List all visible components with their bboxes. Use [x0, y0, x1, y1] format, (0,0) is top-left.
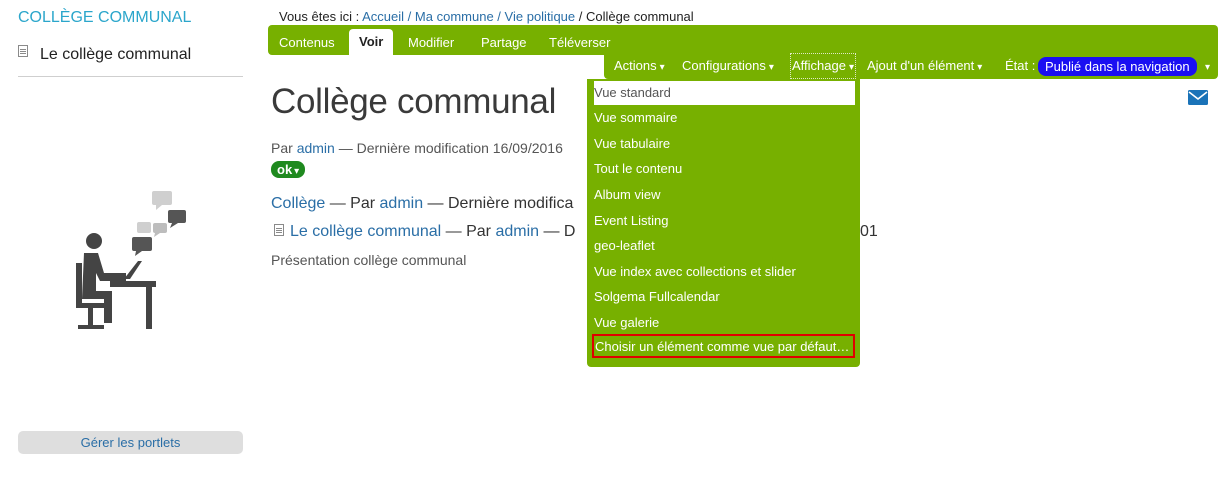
desk-leg — [146, 287, 152, 329]
collection-item-line: Collège — Par admin — Dernière modifica — [271, 195, 574, 212]
page-title: Collège communal — [271, 82, 557, 121]
breadcrumb: Vous êtes ici : Accueil / Ma commune / V… — [279, 9, 694, 24]
person-at-desk-illustration — [76, 191, 186, 329]
affichage-menu[interactable]: Affichage ▾ — [790, 53, 856, 79]
speech-bubble — [132, 237, 152, 251]
tab-televerser[interactable]: Téléverser — [539, 30, 620, 55]
content-actions-bar: Actions ▾ Configurations ▾ Affichage ▾ Ajou… — [604, 53, 1218, 79]
speech-bubble-tail — [156, 205, 162, 210]
item-description: Présentation collège communal — [271, 252, 467, 268]
tab-partage[interactable]: Partage — [471, 30, 537, 55]
chair-base — [78, 325, 104, 329]
chair-seat — [76, 303, 106, 308]
speech-bubble — [137, 222, 151, 233]
author-link[interactable]: admin — [495, 223, 539, 241]
breadcrumb-separator: / — [497, 9, 501, 24]
state-label: État : — [1005, 58, 1036, 73]
speech-bubble-tail — [135, 251, 142, 256]
item-link[interactable]: Le collège communal — [290, 223, 441, 241]
document-byline: Par admin — Dernière modification 16/09/… — [271, 140, 563, 156]
manage-portlets-button[interactable]: Gérer les portlets — [18, 431, 243, 454]
breadcrumb-current: Collège communal — [586, 9, 694, 24]
menu-item-vue-galerie[interactable]: Vue galerie — [594, 311, 659, 335]
laptop — [124, 261, 142, 279]
chair-back — [76, 263, 82, 307]
menu-item-geo-leaflet[interactable]: geo-leaflet — [594, 234, 655, 258]
menu-item-vue-index-slider[interactable]: Vue index avec collections et slider — [594, 260, 796, 284]
portlet-item-college[interactable]: Le collège communal — [18, 44, 243, 77]
review-state-badge[interactable]: ok ▾ — [271, 161, 306, 178]
tab-contenus[interactable]: Contenus — [269, 30, 345, 55]
breadcrumb-separator: / — [578, 9, 583, 24]
chevron-down-icon: ▾ — [848, 62, 854, 73]
menu-item-tout-le-contenu[interactable]: Tout le contenu — [594, 157, 682, 181]
speech-bubble — [153, 223, 167, 233]
menu-item-vue-sommaire[interactable]: Vue sommaire — [594, 106, 677, 130]
portlet-title[interactable]: COLLÈGE COMMUNAL — [18, 9, 191, 27]
breadcrumb-link-accueil[interactable]: Accueil — [362, 9, 404, 24]
speech-bubble — [152, 191, 172, 205]
actions-menu[interactable]: Actions ▾ — [614, 53, 665, 79]
chevron-down-icon: ▾ — [768, 62, 774, 73]
chevron-down-icon: ▾ — [294, 166, 300, 177]
menu-item-vue-tabulaire[interactable]: Vue tabulaire — [594, 132, 670, 156]
chevron-down-icon[interactable]: ▾ — [1202, 53, 1210, 79]
menu-item-vue-standard[interactable]: Vue standard — [594, 81, 855, 105]
breadcrumb-link-ma-commune[interactable]: Ma commune — [415, 9, 494, 24]
author-link[interactable]: admin — [380, 195, 424, 212]
speech-bubble-tail — [154, 233, 160, 237]
list-item-date-tail: 01 — [860, 223, 878, 240]
tab-voir[interactable]: Voir — [349, 29, 394, 55]
portlet-item-label: Le collège communal — [40, 46, 192, 63]
breadcrumb-link-vie-politique[interactable]: Vie politique — [505, 9, 576, 24]
affichage-dropdown: Vue standard Vue sommaire Vue tabulaire … — [587, 79, 860, 367]
document-icon — [18, 45, 28, 57]
list-item: Le collège communal — Par admin — D — [274, 223, 587, 241]
type-link[interactable]: Collège — [271, 195, 325, 212]
author-link[interactable]: admin — [297, 140, 335, 156]
menu-item-album-view[interactable]: Album view — [594, 183, 660, 207]
state-badge[interactable]: Publié dans la navigation — [1038, 57, 1197, 76]
chevron-down-icon: ▾ — [977, 62, 983, 73]
chair-leg — [88, 308, 93, 326]
mail-icon[interactable] — [1188, 90, 1208, 105]
configurations-menu[interactable]: Configurations ▾ — [682, 53, 774, 79]
person-head — [86, 233, 102, 249]
desk-top — [110, 281, 156, 287]
add-item-menu[interactable]: Ajout d'un élément ▾ — [867, 53, 982, 79]
speech-bubble — [168, 210, 186, 223]
menu-item-event-listing[interactable]: Event Listing — [594, 209, 668, 233]
speech-bubble-tail — [170, 223, 178, 228]
menu-item-solgema-fullcalendar[interactable]: Solgema Fullcalendar — [594, 285, 720, 309]
breadcrumb-prefix: Vous êtes ici : — [279, 9, 360, 24]
menu-item-choose-default-view[interactable]: Choisir un élément comme vue par défaut… — [592, 334, 855, 358]
document-icon — [274, 224, 284, 236]
edit-tabs-bar: Contenus Voir Modifier Partage Téléverse… — [268, 25, 1218, 55]
chevron-down-icon: ▾ — [659, 62, 665, 73]
tab-modifier[interactable]: Modifier — [398, 30, 464, 55]
breadcrumb-separator: / — [407, 9, 412, 24]
